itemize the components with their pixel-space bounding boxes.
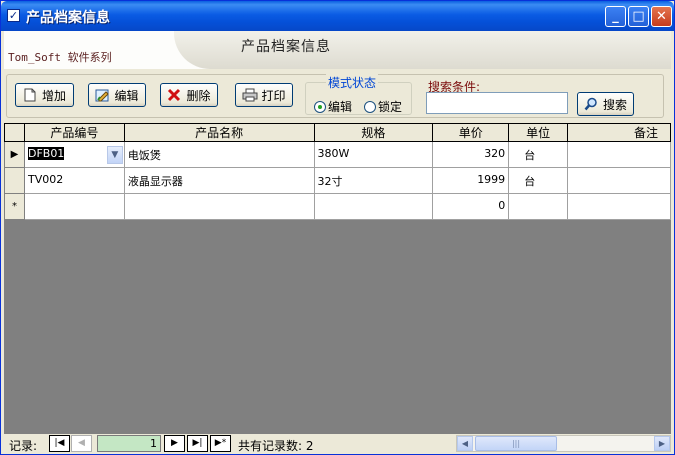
toolbar: 增加 编辑 删除 打印 模式状态 编辑 锁定 搜索条件: 搜索 — [4, 71, 671, 123]
add-button[interactable]: 增加 — [15, 83, 74, 107]
product-name-cell[interactable]: 电饭煲 — [123, 141, 315, 168]
product-code-cell[interactable]: TV002 — [23, 167, 125, 194]
column-header-unit[interactable]: 单位 — [508, 123, 569, 142]
checkbox-app-icon: ✓ — [7, 9, 20, 22]
unit-cell[interactable]: 台 — [508, 167, 569, 194]
brand-label: Tom_Soft 软件系列 — [8, 51, 112, 64]
edit-pencil-icon — [95, 88, 110, 102]
search-input[interactable] — [426, 92, 568, 114]
previous-record-button[interactable]: ◀ — [71, 435, 92, 452]
print-button-label: 打印 — [261, 88, 286, 103]
delete-button-label: 删除 — [186, 88, 211, 103]
note-cell[interactable] — [567, 141, 671, 168]
first-record-button[interactable]: |◀ — [49, 435, 70, 452]
window-title: 产品档案信息 — [26, 10, 110, 26]
search-button-label: 搜索 — [602, 97, 627, 112]
spec-cell[interactable]: 380W — [313, 141, 434, 168]
column-header-price[interactable]: 单价 — [432, 123, 510, 142]
add-button-label: 增加 — [41, 88, 66, 103]
new-record-asterisk-icon[interactable]: * — [4, 193, 25, 220]
price-cell[interactable]: 0 — [432, 193, 510, 220]
scroll-right-icon[interactable]: ▶ — [654, 436, 670, 451]
unit-cell[interactable]: 台 — [508, 141, 569, 168]
delete-button[interactable]: 删除 — [160, 83, 218, 107]
product-name-cell[interactable]: 液晶显示器 — [123, 167, 315, 194]
spec-cell[interactable]: 32寸 — [313, 167, 434, 194]
mode-status-legend: 模式状态 — [326, 74, 379, 91]
edit-button-label: 编辑 — [114, 88, 139, 103]
minimize-button[interactable]: _ — [605, 6, 626, 27]
maximize-button[interactable]: □ — [628, 6, 649, 27]
next-record-button[interactable]: ▶ — [164, 435, 185, 452]
table-header-row: 产品编号 产品名称 规格 单价 单位 备注 — [4, 123, 671, 142]
new-document-icon — [23, 88, 37, 102]
column-header-code[interactable]: 产品编号 — [23, 123, 125, 142]
app-window: ✓ 产品档案信息 _ □ ✕ Tom_Soft 软件系列 产品档案信息 增加 编… — [0, 0, 675, 455]
mode-lock-label: 锁定 — [378, 100, 403, 114]
horizontal-scrollbar[interactable]: ◀ ||| ▶ — [456, 435, 671, 452]
unit-cell[interactable] — [508, 193, 569, 220]
new-record-row[interactable]: * 0 — [4, 193, 671, 220]
column-header-note[interactable]: 备注 — [567, 123, 671, 142]
spec-cell[interactable] — [313, 193, 434, 220]
record-label: 记录: — [9, 439, 38, 453]
selector-header — [4, 123, 25, 142]
mode-edit-label: 编辑 — [328, 100, 353, 114]
printer-icon — [242, 88, 258, 102]
delete-x-icon — [167, 88, 181, 102]
product-table: 产品编号 产品名称 规格 单价 单位 备注 ▶ DFB01 ▼ 电饭煲 380W — [4, 123, 671, 220]
mode-lock-radio[interactable]: 锁定 — [364, 98, 402, 115]
scroll-left-icon[interactable]: ◀ — [457, 436, 473, 451]
table-row[interactable]: TV002 液晶显示器 32寸 1999 台 — [4, 167, 671, 194]
mode-status-group: 模式状态 编辑 锁定 — [305, 74, 412, 115]
close-button[interactable]: ✕ — [651, 6, 672, 27]
edit-button[interactable]: 编辑 — [88, 83, 146, 107]
current-row-indicator-icon[interactable]: ▶ — [4, 141, 25, 168]
table-row[interactable]: ▶ DFB01 ▼ 电饭煲 380W 320 台 — [4, 141, 671, 168]
row-selector[interactable] — [4, 167, 25, 194]
note-cell[interactable] — [567, 193, 671, 220]
column-header-spec[interactable]: 规格 — [313, 123, 434, 142]
scroll-thumb[interactable]: ||| — [475, 436, 557, 451]
print-button[interactable]: 打印 — [235, 83, 293, 107]
product-code-cell[interactable] — [23, 193, 125, 220]
magnifier-icon — [584, 97, 598, 111]
data-grid: 产品编号 产品名称 规格 单价 单位 备注 ▶ DFB01 ▼ 电饭煲 380W — [4, 123, 671, 434]
mode-edit-radio[interactable]: 编辑 — [314, 98, 352, 115]
price-cell[interactable]: 1999 — [432, 167, 510, 194]
product-code-value: DFB01 — [27, 147, 65, 160]
current-record-field[interactable]: 1 — [97, 435, 161, 452]
radio-unselected-icon — [364, 100, 376, 113]
product-code-cell[interactable]: DFB01 ▼ — [23, 141, 125, 168]
radio-selected-icon — [314, 100, 326, 113]
column-header-name[interactable]: 产品名称 — [123, 123, 315, 142]
header-band: Tom_Soft 软件系列 产品档案信息 — [4, 31, 671, 69]
record-navigator: 记录: |◀ ◀ 1 ▶ ▶| ▶* 共有记录数: 2 ◀ ||| ▶ — [4, 434, 671, 454]
product-name-cell[interactable] — [123, 193, 315, 220]
price-cell[interactable]: 320 — [432, 141, 510, 168]
total-records-label: 共有记录数: 2 — [238, 439, 314, 453]
chevron-down-icon[interactable]: ▼ — [106, 146, 123, 164]
note-cell[interactable] — [567, 167, 671, 194]
form-title: 产品档案信息 — [241, 39, 331, 55]
search-button[interactable]: 搜索 — [577, 92, 634, 116]
title-bar[interactable]: ✓ 产品档案信息 _ □ ✕ — [1, 1, 674, 31]
new-record-button[interactable]: ▶* — [210, 435, 231, 452]
last-record-button[interactable]: ▶| — [187, 435, 208, 452]
